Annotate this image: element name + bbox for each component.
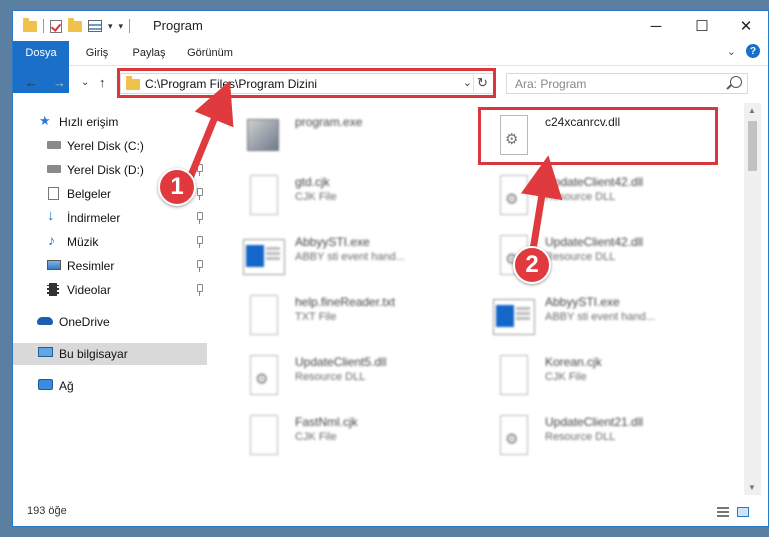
minimize-button[interactable]: ─ <box>633 11 679 41</box>
recent-locations-button[interactable]: ⌄ <box>81 77 89 88</box>
large-icons-view-icon[interactable] <box>737 507 749 517</box>
file-item[interactable]: UpdateClient21.dll Resource DLL <box>469 409 699 461</box>
file-item[interactable]: program.exe <box>219 109 449 161</box>
network-icon <box>38 379 53 390</box>
installer-icon <box>243 115 283 159</box>
scroll-down-icon[interactable]: ▼ <box>748 483 756 492</box>
help-icon[interactable]: ? <box>746 44 760 58</box>
sidebar-item-local-disk-c[interactable]: Yerel Disk (C:) <box>13 135 207 157</box>
sidebar-item-music[interactable]: ♪ Müzik <box>13 231 207 253</box>
sidebar-item-videos[interactable]: Videolar <box>13 279 207 301</box>
step-badge-1: 1 <box>158 168 196 206</box>
forward-button[interactable]: → <box>53 75 66 90</box>
document-file-icon <box>493 355 533 399</box>
file-item[interactable]: UpdateClient42.dll Resource DLL <box>469 229 699 281</box>
folder-icon <box>23 17 37 32</box>
view-properties-icon[interactable] <box>88 20 102 32</box>
tab-view[interactable]: Görünüm <box>181 41 239 65</box>
music-icon: ♪ <box>48 232 55 248</box>
vertical-scrollbar[interactable]: ▲ ▼ <box>744 103 761 495</box>
file-highlight-box <box>478 107 718 165</box>
scroll-up-icon[interactable]: ▲ <box>748 106 756 115</box>
file-item[interactable]: AbbyySTI.exe ABBY sti event hand... <box>219 229 449 281</box>
customize-toolbar-icon[interactable]: ▾ <box>119 21 124 32</box>
dll-file-icon <box>243 355 283 399</box>
properties-check-icon[interactable] <box>50 19 62 33</box>
dll-file-icon <box>493 415 533 459</box>
tab-home[interactable]: Giriş <box>77 41 117 65</box>
up-button[interactable]: ↑ <box>99 75 106 90</box>
maximize-button[interactable]: ☐ <box>679 11 725 41</box>
item-count: 193 öğe <box>27 505 67 517</box>
pin-icon[interactable] <box>197 260 203 272</box>
scrollbar-thumb[interactable] <box>748 121 757 171</box>
details-view-icon[interactable] <box>717 507 729 517</box>
quick-access-toolbar: ▾ ▾ <box>23 17 131 35</box>
pin-icon[interactable] <box>197 188 203 200</box>
file-item[interactable]: Korean.cjk CJK File <box>469 349 699 401</box>
drive-icon <box>47 141 61 149</box>
application-icon <box>493 295 535 339</box>
sidebar-item-this-pc[interactable]: Bu bilgisayar <box>13 343 207 365</box>
address-highlight-box <box>117 68 496 98</box>
ribbon-expand-icon[interactable]: ⌄ <box>727 45 736 58</box>
title-bar: ▾ ▾ Program ─ ☐ ✕ <box>13 11 768 41</box>
dll-file-icon <box>493 175 533 219</box>
sidebar-item-network[interactable]: Ağ <box>13 375 207 397</box>
new-folder-icon[interactable] <box>68 17 82 32</box>
download-icon: ↓ <box>47 207 55 224</box>
video-icon <box>47 283 59 296</box>
file-item[interactable]: UpdateClient42.dll Resource DLL <box>469 169 699 221</box>
sidebar-item-quick-access[interactable]: ★ Hızlı erişim <box>13 111 207 133</box>
pin-icon[interactable] <box>197 284 203 296</box>
pictures-icon <box>47 260 61 270</box>
drive-icon <box>47 165 61 173</box>
search-icon <box>730 76 742 88</box>
window-title: Program <box>153 18 203 33</box>
document-file-icon <box>243 415 283 459</box>
file-item[interactable]: FastNml.cjk CJK File <box>219 409 449 461</box>
document-file-icon <box>243 295 283 339</box>
navigation-pane: ★ Hızlı erişim Yerel Disk (C:) Yerel Dis… <box>13 103 209 495</box>
computer-icon <box>38 347 53 357</box>
step-badge-2: 2 <box>513 246 551 284</box>
back-button[interactable]: ← <box>25 75 38 90</box>
close-button[interactable]: ✕ <box>723 11 769 41</box>
application-icon <box>243 235 285 279</box>
pin-icon[interactable] <box>197 236 203 248</box>
chevron-down-icon[interactable]: ▾ <box>108 21 113 32</box>
tab-share[interactable]: Paylaş <box>125 41 173 65</box>
document-file-icon <box>243 175 283 219</box>
pin-icon[interactable] <box>197 212 203 224</box>
search-box[interactable]: Ara: Program <box>506 73 748 94</box>
file-item[interactable]: help.fineReader.txt TXT File <box>219 289 449 341</box>
pin-icon[interactable] <box>197 164 203 176</box>
documents-icon <box>48 187 59 200</box>
sidebar-item-downloads[interactable]: ↓ İndirmeler <box>13 207 207 229</box>
cloud-icon <box>37 317 53 325</box>
status-bar: 193 öğe <box>13 501 768 523</box>
file-item[interactable]: UpdateClient5.dll Resource DLL <box>219 349 449 401</box>
search-placeholder: Ara: Program <box>515 77 587 91</box>
ribbon-tabs: Dosya Giriş Paylaş Görünüm ⌄ ? <box>13 41 768 93</box>
sidebar-item-pictures[interactable]: Resimler <box>13 255 207 277</box>
file-item[interactable]: gtd.cjk CJK File <box>219 169 449 221</box>
sidebar-item-onedrive[interactable]: OneDrive <box>13 311 207 333</box>
file-item[interactable]: AbbyySTI.exe ABBY sti event hand... <box>469 289 699 341</box>
star-icon: ★ <box>39 113 51 128</box>
